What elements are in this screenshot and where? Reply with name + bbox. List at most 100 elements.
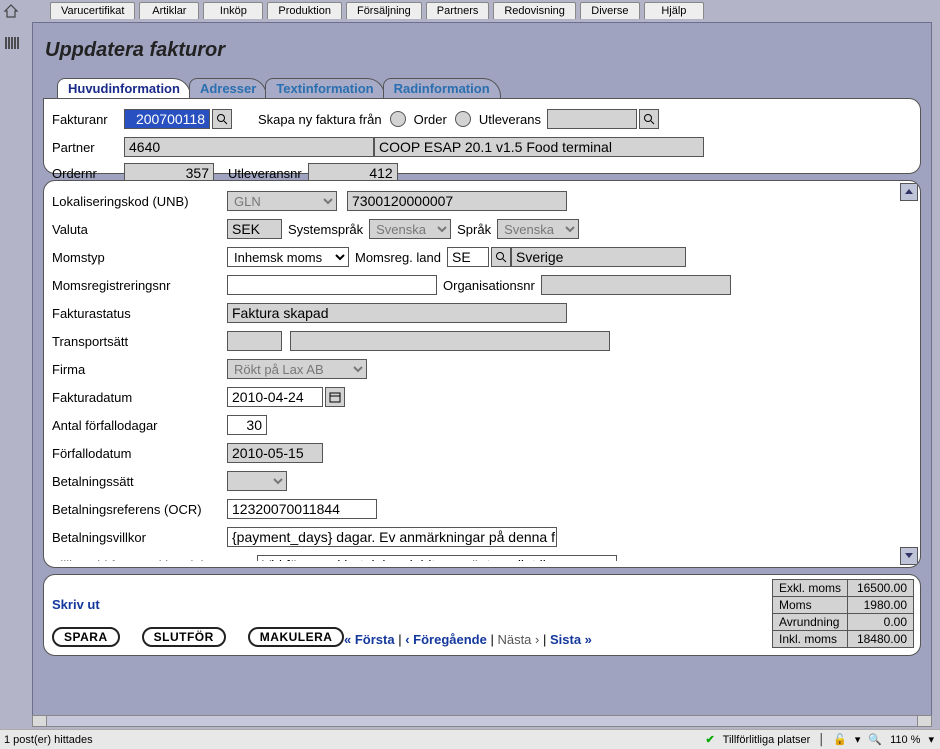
fstatus-label: Fakturastatus bbox=[52, 306, 227, 321]
zoom-icon[interactable]: 🔍 bbox=[868, 733, 882, 746]
sprak-select[interactable]: Svenska bbox=[497, 219, 579, 239]
tab-huvudinformation[interactable]: Huvudinformation bbox=[57, 78, 191, 98]
partner-code-field[interactable]: 4640 bbox=[124, 137, 374, 157]
betvillkor-field[interactable]: {payment_days} dagar. Ev anmärkningar på… bbox=[227, 527, 557, 547]
scroll-down-icon[interactable] bbox=[900, 547, 918, 565]
skriv-ut-link[interactable]: Skriv ut bbox=[52, 597, 100, 612]
transport-code-field[interactable] bbox=[227, 331, 282, 351]
firma-select[interactable]: Rökt på Lax AB bbox=[227, 359, 367, 379]
menu-partners[interactable]: Partners bbox=[426, 2, 490, 19]
barcode-icon[interactable] bbox=[4, 36, 22, 52]
betsatt-label: Betalningssätt bbox=[52, 474, 227, 489]
pager-first[interactable]: « Första bbox=[344, 632, 395, 647]
trust-label: Tillförlitliga platser bbox=[723, 734, 811, 746]
spara-button[interactable]: SPARA bbox=[52, 627, 120, 647]
fdatum-label: Fakturadatum bbox=[52, 390, 227, 405]
menu-tabs: Varucertifikat Artiklar Inköp Produktion… bbox=[50, 2, 704, 19]
pager: « Första | ‹ Föregående | Nästa › | Sist… bbox=[344, 632, 592, 647]
momsland-code-field[interactable]: SE bbox=[447, 247, 489, 267]
forfall-label: Förfallodatum bbox=[52, 446, 227, 461]
pager-last[interactable]: Sista » bbox=[550, 632, 592, 647]
menu-produktion[interactable]: Produktion bbox=[267, 2, 342, 19]
transport-name-field bbox=[290, 331, 610, 351]
utleverans-label: Utleverans bbox=[473, 112, 547, 127]
totals-inkl-label: Inkl. moms bbox=[772, 631, 847, 648]
ocr-field[interactable]: 12320070011844 bbox=[227, 499, 377, 519]
menu-artiklar[interactable]: Artiklar bbox=[139, 2, 199, 19]
content: Uppdatera fakturor Huvudinformation Adre… bbox=[32, 22, 932, 719]
valuta-field[interactable]: SEK bbox=[227, 219, 282, 239]
partner-name-field: COOP ESAP 20.1 v1.5 Food terminal bbox=[374, 137, 704, 157]
betsatt-select[interactable] bbox=[227, 471, 287, 491]
utleverans-search-icon[interactable] bbox=[639, 109, 659, 129]
transport-label: Transportsätt bbox=[52, 334, 227, 349]
panel-footer: Skriv ut SPARA SLUTFÖR MAKULERA « Första… bbox=[43, 574, 921, 656]
fakturanr-label: Fakturanr bbox=[52, 112, 124, 127]
hscrollbar[interactable] bbox=[32, 715, 932, 727]
pager-prev[interactable]: ‹ Föregående bbox=[405, 632, 487, 647]
lokal-field[interactable]: 7300120000007 bbox=[347, 191, 567, 211]
valuta-label: Valuta bbox=[52, 222, 227, 237]
tab-radinformation[interactable]: Radinformation bbox=[383, 78, 501, 98]
momsland-label: Momsreg. land bbox=[349, 250, 447, 265]
fdatum-field[interactable]: 2010-04-24 bbox=[227, 387, 323, 407]
orgnr-label: Organisationsnr bbox=[437, 278, 541, 293]
pager-next: Nästa › bbox=[497, 632, 539, 647]
status-left: 1 post(er) hittades bbox=[4, 734, 93, 746]
hscroll-right-icon[interactable] bbox=[917, 716, 931, 726]
partner-label: Partner bbox=[52, 140, 124, 155]
antal-label: Antal förfallodagar bbox=[52, 418, 227, 433]
hscroll-left-icon[interactable] bbox=[33, 716, 47, 726]
zoom-value: 110 % bbox=[890, 734, 920, 746]
page-title: Uppdatera fakturor bbox=[45, 39, 919, 62]
antal-field[interactable]: 30 bbox=[227, 415, 267, 435]
momstyp-label: Momstyp bbox=[52, 250, 227, 265]
radio-order[interactable] bbox=[390, 111, 406, 127]
ordernr-label: Ordernr bbox=[52, 166, 124, 181]
fakturanr-search-icon[interactable] bbox=[212, 109, 232, 129]
totals-avr-value: 0.00 bbox=[848, 614, 914, 631]
totals-exkl-label: Exkl. moms bbox=[772, 580, 847, 597]
momsreg-field[interactable] bbox=[227, 275, 437, 295]
forsen-field[interactable]: Vid försenad betalning debiteras ränta e… bbox=[257, 555, 617, 561]
utleverans-field[interactable] bbox=[547, 109, 637, 129]
fstatus-field: Faktura skapad bbox=[227, 303, 567, 323]
tab-textinformation[interactable]: Textinformation bbox=[265, 78, 384, 98]
panel-body: Lokaliseringskod (UNB) GLN 7300120000007… bbox=[43, 180, 921, 568]
menu-inkop[interactable]: Inköp bbox=[203, 2, 263, 19]
menu-varucertifikat[interactable]: Varucertifikat bbox=[50, 2, 135, 19]
totals-avr-label: Avrundning bbox=[772, 614, 847, 631]
sysspr-label: Systemspråk bbox=[282, 222, 369, 237]
divider2: ▾ bbox=[855, 733, 861, 746]
skapa-label: Skapa ny faktura från bbox=[252, 112, 388, 127]
fakturanr-field[interactable]: 200700118 bbox=[124, 109, 210, 129]
home-icon[interactable] bbox=[2, 2, 20, 20]
scroll-up-icon[interactable] bbox=[900, 183, 918, 201]
firma-label: Firma bbox=[52, 362, 227, 377]
calendar-icon[interactable] bbox=[325, 387, 345, 407]
tab-adresser[interactable]: Adresser bbox=[189, 78, 267, 98]
lokal-select[interactable]: GLN bbox=[227, 191, 337, 211]
orgnr-field[interactable] bbox=[541, 275, 731, 295]
momsland-search-icon[interactable] bbox=[491, 247, 511, 267]
totals-table: Exkl. moms16500.00 Moms1980.00 Avrundnin… bbox=[772, 579, 914, 648]
zoom-menu-icon[interactable]: ▾ bbox=[928, 733, 934, 746]
menu-forsaljning[interactable]: Försäljning bbox=[346, 2, 422, 19]
momstyp-select[interactable]: Inhemsk moms bbox=[227, 247, 349, 267]
tabrow: Huvudinformation Adresser Textinformatio… bbox=[57, 78, 921, 98]
totals-moms-label: Moms bbox=[772, 597, 847, 614]
sysspr-select[interactable]: Svenska bbox=[369, 219, 451, 239]
momsland-name-field: Sverige bbox=[511, 247, 686, 267]
statusbar: 1 post(er) hittades ✔ Tillförlitliga pla… bbox=[0, 729, 940, 749]
momsreg-label: Momsregistreringsnr bbox=[52, 278, 227, 293]
menu-diverse[interactable]: Diverse bbox=[580, 2, 640, 19]
menu-hjalp[interactable]: Hjälp bbox=[644, 2, 704, 19]
slutfor-button[interactable]: SLUTFÖR bbox=[142, 627, 226, 647]
order-label: Order bbox=[408, 112, 453, 127]
radio-utleverans[interactable] bbox=[455, 111, 471, 127]
betvillkor-label: Betalningsvillkor bbox=[52, 530, 227, 545]
makulera-button[interactable]: MAKULERA bbox=[248, 627, 345, 647]
menu-redovisning[interactable]: Redovisning bbox=[493, 2, 576, 19]
totals-moms-value: 1980.00 bbox=[848, 597, 914, 614]
protected-mode-icon[interactable]: 🔓 bbox=[833, 733, 847, 746]
